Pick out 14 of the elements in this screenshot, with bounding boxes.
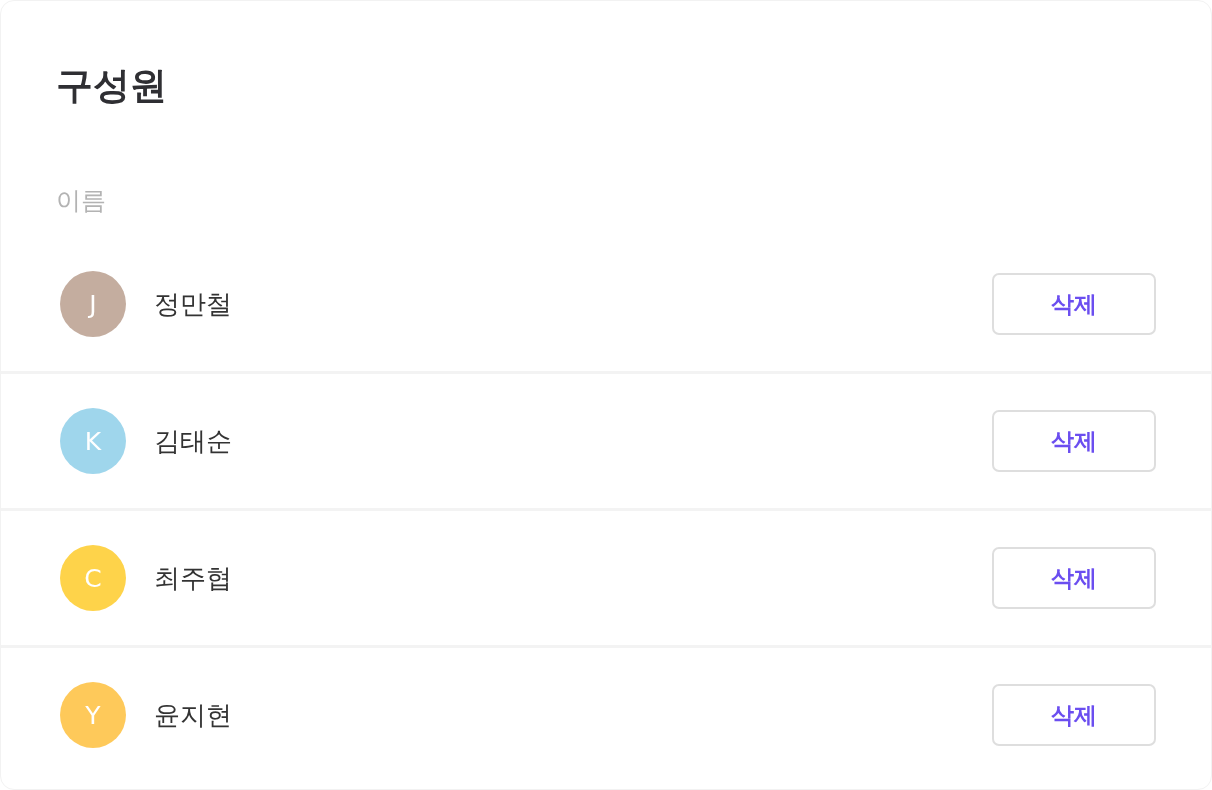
column-header: 이름 <box>56 185 106 217</box>
avatar: C <box>60 545 126 611</box>
avatar: Y <box>60 682 126 748</box>
delete-button[interactable]: 삭제 <box>992 547 1156 609</box>
delete-button[interactable]: 삭제 <box>992 684 1156 746</box>
page-title: 구성원 <box>56 64 167 108</box>
delete-button[interactable]: 삭제 <box>992 273 1156 335</box>
member-name: 최주협 <box>154 561 232 595</box>
member-name: 김태순 <box>154 424 232 458</box>
avatar: K <box>60 408 126 474</box>
delete-button[interactable]: 삭제 <box>992 410 1156 472</box>
member-name: 윤지현 <box>154 698 232 732</box>
member-name: 정만철 <box>154 287 232 321</box>
avatar: J <box>60 271 126 337</box>
